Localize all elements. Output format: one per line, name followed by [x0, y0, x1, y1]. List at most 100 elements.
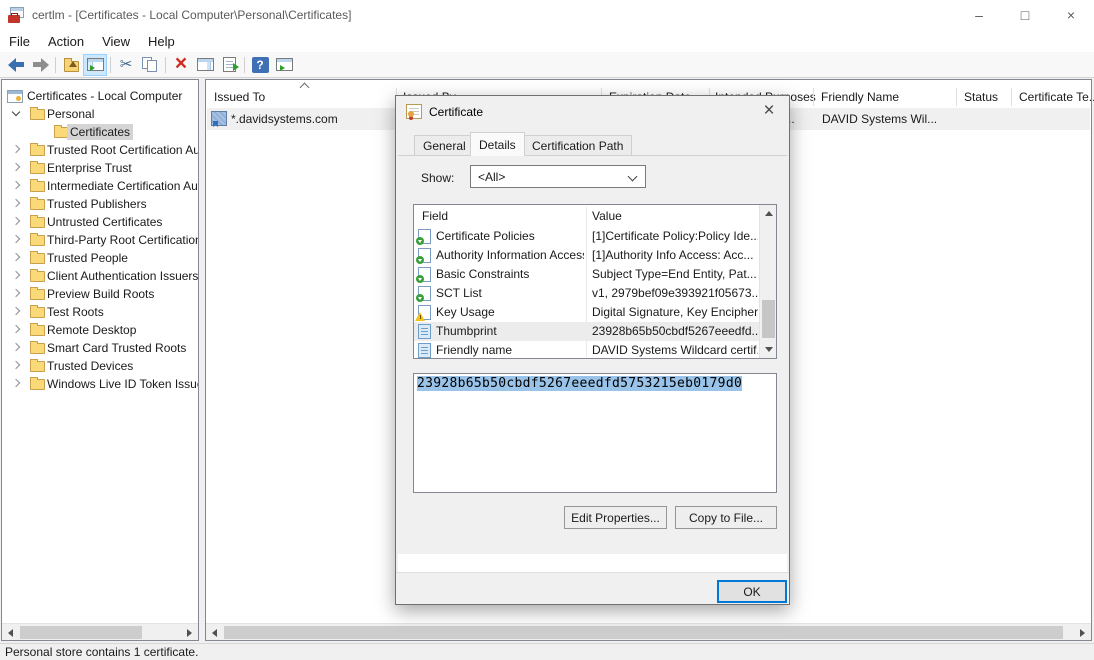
menu-action[interactable]: Action [39, 32, 93, 51]
copy-to-file-button[interactable]: Copy to File... [675, 506, 777, 529]
tree-item-third-party-root-certification-authorities[interactable]: Third-Party Root Certification Authoriti… [2, 231, 198, 249]
chevron-collapsed-icon[interactable] [12, 145, 20, 153]
scroll-right-icon[interactable] [181, 624, 198, 641]
edit-properties-button[interactable]: Edit Properties... [564, 506, 667, 529]
chevron-collapsed-icon[interactable] [12, 181, 20, 189]
tree-item-remote-desktop[interactable]: Remote Desktop [2, 321, 198, 339]
value-column-header[interactable]: Value [592, 209, 622, 223]
tree-item-label[interactable]: Preview Build Roots [44, 286, 157, 302]
field-row-friendly-name[interactable]: Friendly nameDAVID Systems Wildcard cert… [414, 341, 759, 360]
tab-general[interactable]: General [414, 135, 475, 155]
tree-item-trusted-devices[interactable]: Trusted Devices [2, 357, 198, 375]
field-row-thumbprint[interactable]: Thumbprint23928b65b50cbdf5267eeedfd... [414, 322, 759, 341]
tree-item-smart-card-trusted-roots[interactable]: Smart Card Trusted Roots [2, 339, 198, 357]
tree-item-certificates-local-computer[interactable]: Certificates - Local Computer [2, 87, 198, 105]
tree-item-certificates[interactable]: Certificates [2, 123, 198, 141]
copy-icon[interactable] [138, 54, 162, 76]
tree-item-label[interactable]: Remote Desktop [44, 322, 139, 338]
scrollbar-thumb[interactable] [762, 300, 775, 338]
scroll-left-icon[interactable] [2, 624, 19, 641]
chevron-collapsed-icon[interactable] [12, 289, 20, 297]
tree-item-label[interactable]: Smart Card Trusted Roots [44, 340, 189, 356]
tree-item-enterprise-trust[interactable]: Enterprise Trust [2, 159, 198, 177]
chevron-collapsed-icon[interactable] [12, 271, 20, 279]
tree-item-label[interactable]: Windows Live ID Token Issuer [44, 376, 198, 392]
scroll-down-icon[interactable] [760, 341, 777, 358]
scroll-up-icon[interactable] [760, 205, 777, 222]
tree-item-trusted-root-certification-authorities[interactable]: Trusted Root Certification Authorities [2, 141, 198, 159]
tree-item-label[interactable]: Certificates [67, 124, 133, 140]
tab-details[interactable]: Details [470, 132, 525, 156]
forward-icon[interactable] [28, 54, 52, 76]
tree-item-preview-build-roots[interactable]: Preview Build Roots [2, 285, 198, 303]
minimize-button[interactable]: – [956, 0, 1002, 30]
field-row-sct-list[interactable]: SCT Listv1, 2979bef09e393921f05673... [414, 284, 759, 303]
tree-horizontal-scrollbar[interactable] [2, 623, 198, 640]
chevron-collapsed-icon[interactable] [12, 325, 20, 333]
cut-icon[interactable]: ✂ [114, 54, 138, 76]
close-button[interactable]: × [1048, 0, 1094, 30]
tree-item-label[interactable]: Third-Party Root Certification Authoriti… [44, 232, 198, 248]
show-console-tree-icon[interactable] [83, 54, 107, 76]
delete-icon[interactable]: × [169, 54, 193, 76]
maximize-button[interactable]: □ [1002, 0, 1048, 30]
column-header-status[interactable]: Status [964, 90, 998, 104]
close-icon[interactable]: × [755, 98, 783, 124]
column-divider[interactable] [956, 88, 957, 106]
menu-file[interactable]: File [0, 32, 39, 51]
tree-item-label[interactable]: Trusted Devices [44, 358, 136, 374]
tree-item-client-authentication-issuers[interactable]: Client Authentication Issuers [2, 267, 198, 285]
column-divider[interactable] [1011, 88, 1012, 106]
scrollbar-thumb[interactable] [224, 626, 1063, 639]
scroll-right-icon[interactable] [1074, 624, 1091, 641]
tree-item-trusted-publishers[interactable]: Trusted Publishers [2, 195, 198, 213]
scrollbar-thumb[interactable] [20, 626, 142, 639]
scroll-left-icon[interactable] [206, 624, 223, 641]
back-icon[interactable] [4, 54, 28, 76]
tree-item-intermediate-certification-authorities[interactable]: Intermediate Certification Authorities [2, 177, 198, 195]
column-divider[interactable] [813, 88, 814, 106]
properties-icon[interactable] [193, 54, 217, 76]
export-list-icon[interactable] [217, 54, 241, 76]
list-horizontal-scrollbar[interactable] [206, 623, 1091, 640]
tree-item-test-roots[interactable]: Test Roots [2, 303, 198, 321]
column-header-issued-to[interactable]: Issued To [214, 90, 265, 104]
tree-item-personal[interactable]: Personal [2, 105, 198, 123]
chevron-collapsed-icon[interactable] [12, 361, 20, 369]
tree-item-label[interactable]: Client Authentication Issuers [44, 268, 198, 284]
chevron-collapsed-icon[interactable] [12, 163, 20, 171]
up-folder-icon[interactable] [59, 54, 83, 76]
field-detail-box[interactable]: 23928b65b50cbdf5267eeedfd5753215eb0179d0 [413, 373, 777, 493]
field-row-certificate-policies[interactable]: Certificate Policies[1]Certificate Polic… [414, 227, 759, 246]
chevron-collapsed-icon[interactable] [12, 307, 20, 315]
menu-help[interactable]: Help [139, 32, 184, 51]
tree-item-windows-live-id-token-issuer[interactable]: Windows Live ID Token Issuer [2, 375, 198, 393]
chevron-collapsed-icon[interactable] [12, 379, 20, 387]
tree-item-label[interactable]: Certificates - Local Computer [24, 88, 185, 104]
column-header-friendly-name[interactable]: Friendly Name [821, 90, 899, 104]
chevron-expanded-icon[interactable] [12, 108, 20, 116]
tree-item-label[interactable]: Test Roots [44, 304, 107, 320]
chevron-collapsed-icon[interactable] [12, 217, 20, 225]
tab-certification-path[interactable]: Certification Path [523, 135, 632, 155]
tree-item-label[interactable]: Intermediate Certification Authorities [44, 178, 198, 194]
tree-item-label[interactable]: Trusted People [44, 250, 131, 266]
show-dropdown[interactable]: <All> [470, 165, 646, 188]
chevron-collapsed-icon[interactable] [12, 253, 20, 261]
help-icon[interactable]: ? [248, 54, 272, 76]
tree-item-label[interactable]: Trusted Publishers [44, 196, 150, 212]
tree-item-label[interactable]: Untrusted Certificates [44, 214, 165, 230]
tree-item-untrusted-certificates[interactable]: Untrusted Certificates [2, 213, 198, 231]
tree-item-label[interactable]: Enterprise Trust [44, 160, 135, 176]
ok-button[interactable]: OK [717, 580, 787, 603]
field-row-basic-constraints[interactable]: Basic ConstraintsSubject Type=End Entity… [414, 265, 759, 284]
field-column-header[interactable]: Field [422, 209, 448, 223]
tree-item-label[interactable]: Personal [44, 106, 97, 122]
menu-view[interactable]: View [93, 32, 139, 51]
chevron-collapsed-icon[interactable] [12, 343, 20, 351]
new-window-icon[interactable] [272, 54, 296, 76]
column-header-certificate-te-[interactable]: Certificate Te... [1019, 90, 1094, 104]
field-list-scrollbar[interactable] [759, 205, 776, 358]
tree-item-trusted-people[interactable]: Trusted People [2, 249, 198, 267]
field-row-authority-information-access[interactable]: Authority Information Access[1]Authority… [414, 246, 759, 265]
